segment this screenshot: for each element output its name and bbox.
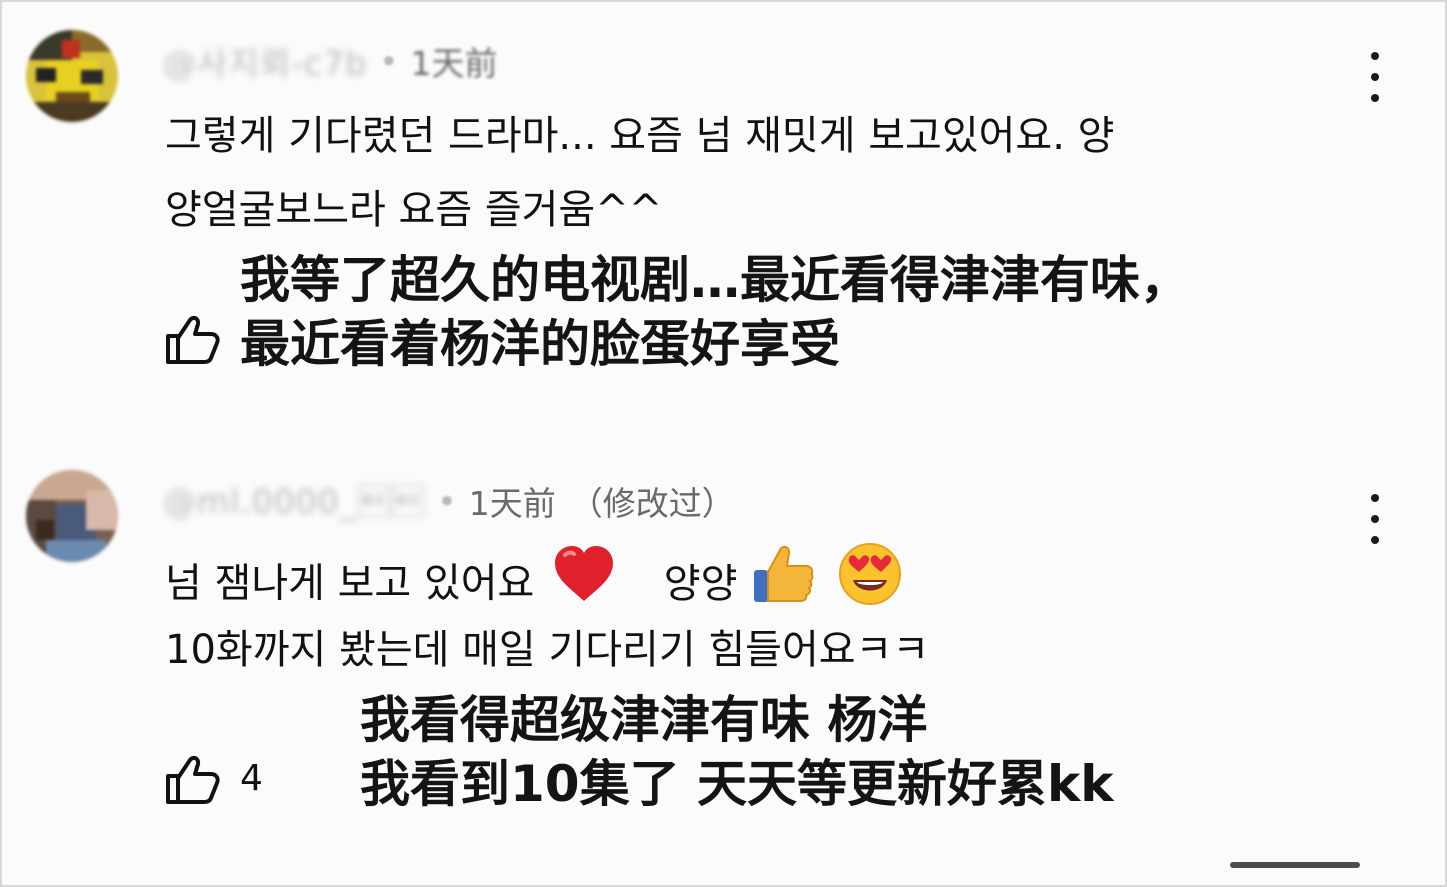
comment-text-line: 그렇게 기다렸던 드라마... 요즘 넘 재밋게 보고있어요. 양 [165,113,1115,159]
avatar[interactable] [26,30,118,122]
comment-header: @사지뢰-c7b • 1天前 [163,38,498,84]
comment-time[interactable]: 1天前 [411,37,498,85]
avatar[interactable] [26,470,118,562]
comment-time[interactable]: 1天前 [469,477,556,525]
more-options-icon[interactable] [1360,494,1390,544]
translation-line: 我等了超久的电视剧…最近看得津津有味， [240,251,1190,309]
like-button[interactable] [163,754,221,806]
translation-line: 我看得超级津津有味 杨洋 [360,691,928,749]
translation-line: 我看到10集了 天天等更新好累kk [360,755,1114,813]
like-button[interactable] [163,314,221,366]
comment-text-segment: 넘 잼나게 보고 있어요 [165,560,535,607]
dot [1371,494,1379,502]
dot [1371,52,1379,60]
comment-author[interactable]: @사지뢰-c7b [163,37,367,85]
comment-header: @ml.0000_ • 1天前 （修改过） [163,478,735,524]
dot [1371,73,1379,81]
thumbs-up-icon [166,755,220,804]
dot [1371,515,1379,523]
comment-text-segment: 양양 [663,560,738,607]
comment-text-line: 10화까지 봤는데 매일 기다리기 힘들어요ㅋㅋ [165,627,930,673]
separator-dot: • [379,41,399,81]
thumbs-up-icon [166,315,220,364]
dot [1371,536,1379,544]
separator-dot: • [437,481,457,521]
more-options-icon[interactable] [1360,52,1390,102]
comment-text-line: 양얼굴보느라 요즘 즐거움^^ [165,187,663,233]
like-count: 4 [240,758,263,799]
edited-label: （修改过） [569,484,735,523]
comment-author[interactable]: @ml.0000_ [163,482,425,521]
divider [1230,862,1360,868]
dot [1371,94,1379,102]
translation-line: 最近看着杨洋的脸蛋好享受 [240,315,840,373]
